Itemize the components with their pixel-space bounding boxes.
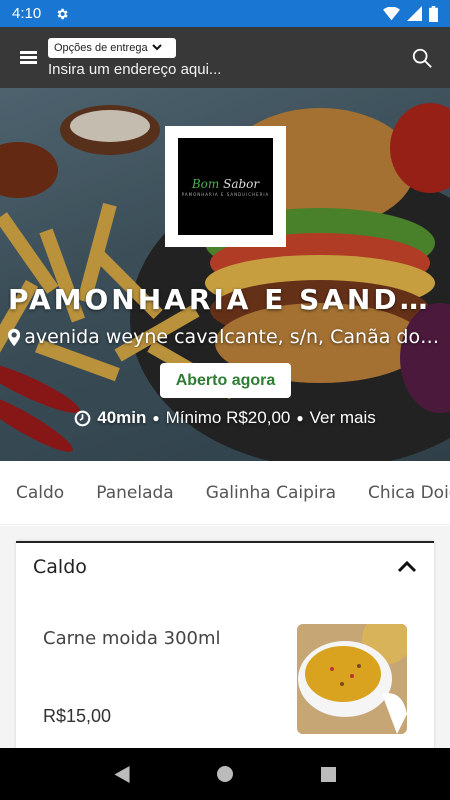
store-address[interactable]: avenida weyne cavalcante, s/n, Canãa dos… (8, 326, 446, 348)
hamburger-icon (19, 49, 37, 66)
wifi-icon (383, 6, 400, 20)
store-address-text: avenida weyne cavalcante, s/n, Canãa dos… (24, 326, 446, 348)
see-more-link[interactable]: Ver mais (310, 408, 376, 428)
address-block: Opções de entrega Insira um endereço aqu… (48, 37, 221, 78)
category-tabs: Caldo Panelada Galinha Caipira Chica Doi… (0, 461, 450, 525)
clock-icon (74, 410, 91, 426)
search-button[interactable] (394, 27, 450, 88)
back-icon[interactable] (114, 765, 130, 783)
delivery-options-label: Opções de entrega (54, 41, 148, 54)
chevron-up-icon (397, 560, 417, 573)
category-tab[interactable]: Galinha Caipira (190, 483, 352, 503)
logo-text-1: Bom (191, 176, 220, 191)
status-bar: 4:10 (0, 0, 450, 27)
menu-button[interactable] (0, 27, 48, 88)
product-price: R$15,00 (43, 706, 112, 726)
signal-icon (407, 6, 422, 21)
app-header: Opções de entrega Insira um endereço aqu… (0, 27, 450, 88)
store-name: PAMONHARIA E SANDUICHERIA BOM SABOR (8, 283, 442, 316)
status-time: 4:10 (12, 5, 42, 22)
settings-icon (57, 8, 68, 19)
category-tab[interactable]: Panelada (80, 483, 190, 503)
delivery-time: 40min (97, 408, 147, 427)
category-tab[interactable]: Chica Doida (352, 483, 450, 503)
location-pin-icon (8, 328, 21, 346)
product-item[interactable]: Carne moida 300ml R$15,00 (31, 603, 419, 753)
delivery-options-select[interactable]: Opções de entrega (48, 37, 176, 58)
store-logo: Bom Sabor PAMONHARIA E SANDUICHERIA (165, 126, 286, 247)
recents-icon[interactable] (321, 766, 337, 782)
logo-text-2: Sabor (223, 176, 260, 191)
separator-dot: ● (152, 411, 160, 425)
separator-dot: ● (296, 411, 304, 425)
battery-icon (429, 5, 438, 22)
open-status-badge: Aberto agora (160, 363, 291, 398)
logo-subtext: PAMONHARIA E SANDUICHERIA (181, 191, 270, 197)
section-header[interactable]: Caldo (16, 543, 434, 590)
address-input[interactable]: Insira um endereço aqui... (48, 61, 221, 78)
product-image (297, 624, 407, 734)
minimum-order: Mínimo R$20,00 (165, 408, 291, 427)
menu-section-caldo: Caldo Carne moida 300ml R$15,00 (16, 541, 434, 753)
system-nav-bar (0, 748, 450, 800)
search-icon (412, 48, 432, 68)
product-name: Carne moida 300ml (43, 628, 221, 649)
category-tab[interactable]: Caldo (0, 483, 80, 503)
section-title: Caldo (33, 555, 87, 578)
home-icon[interactable] (217, 766, 234, 782)
store-info-line: 40min ● Mínimo R$20,00 ● Ver mais (0, 408, 450, 428)
chevron-down-icon (151, 44, 162, 51)
store-hero: Bom Sabor PAMONHARIA E SANDUICHERIA PAMO… (0, 88, 450, 461)
